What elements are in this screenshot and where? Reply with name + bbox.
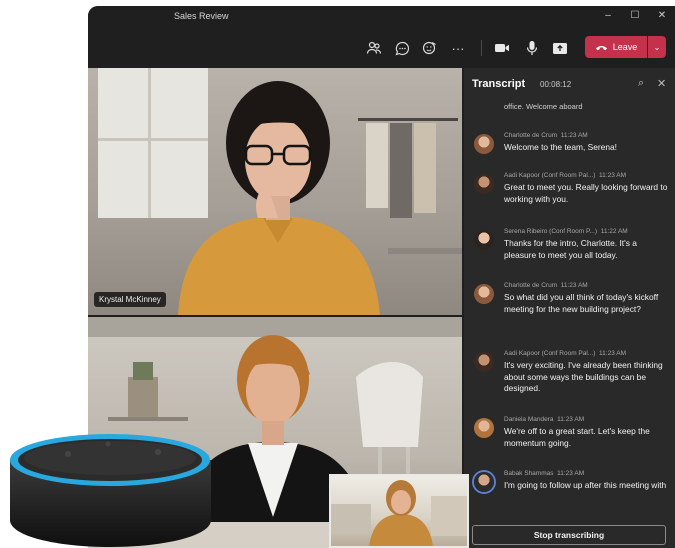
transcript-timer: 00:08:12 bbox=[540, 80, 572, 89]
entry-text: We're off to a great start. Let's keep t… bbox=[504, 426, 650, 448]
entry-meta: Aadi Kapoor (Conf Room Pal...) 11:23 AM bbox=[504, 350, 627, 357]
share-screen-icon[interactable] bbox=[550, 38, 570, 58]
leave-button[interactable]: Leave bbox=[585, 36, 647, 58]
avatar bbox=[474, 352, 494, 372]
leave-label: Leave bbox=[612, 42, 638, 52]
mic-icon[interactable] bbox=[522, 38, 542, 58]
transcript-partial-line: office. Welcome aboard bbox=[504, 102, 583, 111]
transcript-entry: Aadi Kapoor (Conf Room Pal...) 11:23 AM … bbox=[474, 172, 670, 214]
window-title: Sales Review bbox=[174, 11, 229, 21]
toolbar-divider bbox=[481, 40, 482, 56]
leave-options-chevron-icon[interactable]: ⌄ bbox=[648, 36, 666, 58]
entry-text: Welcome to the team, Serena! bbox=[504, 142, 617, 152]
avatar bbox=[474, 134, 494, 154]
self-view-thumbnail[interactable] bbox=[329, 474, 469, 548]
transcript-panel: Transcript 00:08:12 ⌕ ✕ office. Welcome … bbox=[464, 68, 675, 548]
phone-hangup-icon bbox=[595, 45, 607, 50]
transcript-header: Transcript 00:08:12 ⌕ ✕ bbox=[464, 68, 675, 98]
entry-text: Thanks for the intro, Charlotte. It's a … bbox=[504, 238, 637, 260]
transcript-entry: Babak Shammas 11:23 AM I'm going to foll… bbox=[474, 470, 670, 512]
smart-speaker-image bbox=[10, 434, 211, 547]
entry-meta: Serena Ribeiro (Conf Room P...) 11:22 AM bbox=[504, 228, 628, 235]
entry-text: Great to meet you. Really looking forwar… bbox=[504, 182, 668, 204]
transcript-entry: Daniela Mandera 11:23 AM We're off to a … bbox=[474, 416, 670, 458]
entry-meta: Aadi Kapoor (Conf Room Pal...) 11:23 AM bbox=[504, 172, 627, 179]
video-tile-krystal[interactable]: Krystal McKinney bbox=[88, 68, 462, 315]
maximize-icon[interactable]: ☐ bbox=[628, 10, 642, 22]
entry-meta: Charlotte de Crum 11:23 AM bbox=[504, 282, 588, 289]
entry-text: It's very exciting. I've already been th… bbox=[504, 360, 663, 393]
transcript-entry: Charlotte de Crum 11:23 AM So what did y… bbox=[474, 282, 670, 336]
stop-transcribing-button[interactable]: Stop transcribing bbox=[472, 525, 666, 545]
camera-icon[interactable] bbox=[492, 38, 512, 58]
entry-meta: Daniela Mandera 11:23 AM bbox=[504, 416, 585, 423]
avatar bbox=[474, 284, 494, 304]
avatar bbox=[474, 472, 494, 492]
transcript-entry: Serena Ribeiro (Conf Room P...) 11:22 AM… bbox=[474, 228, 670, 270]
transcript-entry: Charlotte de Crum 11:23 AM Welcome to th… bbox=[474, 132, 670, 164]
entry-text: So what did you all think of today's kic… bbox=[504, 292, 659, 314]
chat-icon[interactable] bbox=[392, 38, 412, 58]
meeting-toolbar: ··· Leave ⌄ bbox=[88, 28, 675, 68]
participant-video-krystal bbox=[98, 68, 462, 315]
participant-name-tag: Krystal McKinney bbox=[94, 292, 166, 307]
entry-meta: Charlotte de Crum 11:23 AM bbox=[504, 132, 588, 139]
search-icon[interactable]: ⌕ bbox=[638, 77, 644, 90]
people-icon[interactable] bbox=[364, 38, 384, 58]
minimize-icon[interactable]: – bbox=[601, 10, 615, 22]
self-view-video bbox=[331, 480, 467, 546]
transcript-title: Transcript bbox=[472, 78, 526, 90]
reactions-icon[interactable] bbox=[420, 38, 440, 58]
entry-meta: Babak Shammas 11:23 AM bbox=[504, 470, 585, 477]
avatar bbox=[474, 230, 494, 250]
close-window-icon[interactable]: ✕ bbox=[655, 10, 669, 22]
avatar bbox=[474, 174, 494, 194]
entry-text: I'm going to follow up after this meetin… bbox=[504, 480, 667, 490]
more-icon[interactable]: ··· bbox=[448, 38, 468, 58]
screenshot-stage: Sales Review – ☐ ✕ ··· Leave ⌄ Krystal M… bbox=[0, 0, 675, 548]
transcript-entry: Aadi Kapoor (Conf Room Pal...) 11:23 AM … bbox=[474, 350, 670, 404]
avatar bbox=[474, 418, 494, 438]
title-bar: Sales Review – ☐ ✕ bbox=[88, 6, 675, 28]
close-panel-icon[interactable]: ✕ bbox=[657, 77, 666, 90]
